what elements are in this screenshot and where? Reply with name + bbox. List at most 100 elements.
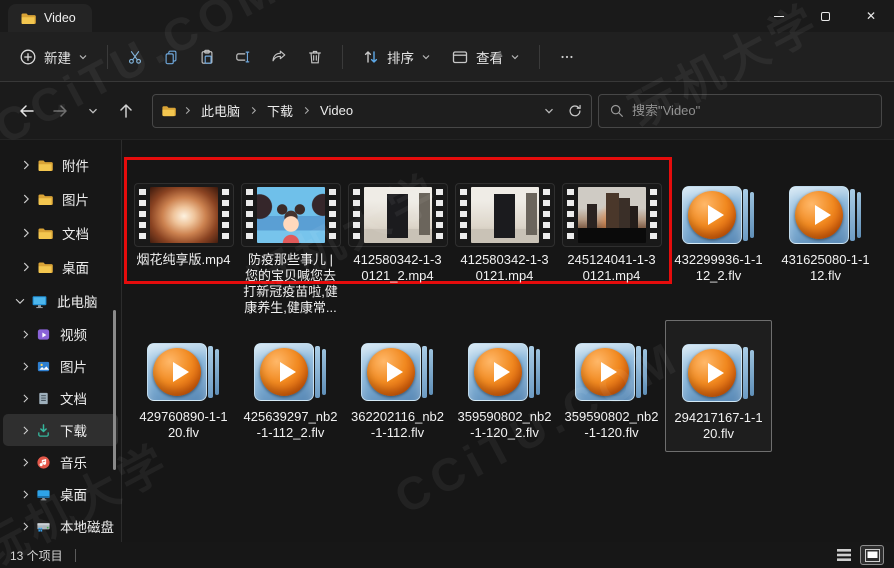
file-item[interactable]: 431625080-1-1 12.flv	[772, 157, 879, 320]
up-button[interactable]	[111, 96, 141, 126]
chevron-right-icon[interactable]	[19, 360, 32, 373]
file-item[interactable]: 412580342-1-3 0121_2.mp4	[344, 157, 451, 320]
command-bar: 新建	[0, 32, 894, 82]
recent-locations-button[interactable]	[78, 96, 108, 126]
view-button[interactable]: 查看	[442, 40, 529, 74]
sidebar-item-label: 桌面	[60, 484, 87, 504]
delete-button[interactable]	[298, 41, 332, 73]
sidebar-item-label: 下载	[60, 420, 87, 440]
sidebar-item-attachments[interactable]: 附件	[3, 148, 118, 182]
sidebar-item-label: 桌面	[62, 257, 89, 277]
folder-icon	[37, 259, 53, 275]
file-item[interactable]: 359590802_nb2 -1-120.flv	[558, 320, 665, 452]
chevron-right-icon[interactable]	[19, 328, 32, 341]
sidebar-item-music[interactable]: 音乐	[3, 446, 118, 478]
sidebar-item-pictures-pinned[interactable]: 图片	[3, 182, 118, 216]
forward-button[interactable]	[45, 96, 75, 126]
file-name: 412580342-1-3 0121.mp4	[460, 252, 548, 284]
paste-button[interactable]	[190, 41, 224, 73]
copy-icon	[163, 48, 179, 66]
toolbar-divider	[342, 45, 343, 69]
sidebar-item-desktop[interactable]: 桌面	[3, 478, 118, 510]
sidebar-item-pictures[interactable]: 图片	[3, 350, 118, 382]
search-icon	[609, 103, 624, 118]
window-controls: ✕	[756, 0, 894, 32]
chevron-down-icon	[78, 52, 88, 62]
sidebar-item-label: 附件	[62, 155, 89, 175]
sort-button[interactable]: 排序	[353, 40, 440, 74]
close-button[interactable]: ✕	[848, 0, 894, 32]
chevron-down-icon[interactable]	[13, 294, 27, 308]
file-name: 防疫那些事儿 | 您的宝贝喊您去 打新冠疫苗啦,健 康养生,健康常...	[243, 252, 338, 316]
status-bar: 13 个项目	[0, 542, 894, 568]
cut-button[interactable]	[118, 41, 152, 73]
sidebar-item-desktop-pinned[interactable]: 桌面	[3, 250, 118, 284]
media-player-icon	[254, 340, 328, 404]
file-name: 烟花纯享版.mp4	[137, 252, 231, 268]
computer-icon	[31, 293, 48, 310]
explorer-tab[interactable]: Video	[8, 4, 92, 32]
sidebar-item-label: 图片	[62, 189, 89, 209]
file-item[interactable]: 359590802_nb2 -1-120_2.flv	[451, 320, 558, 452]
room-video-thumbnail	[348, 183, 448, 247]
chevron-right-icon[interactable]	[19, 226, 33, 240]
thumbnail-view-button[interactable]	[860, 545, 884, 565]
file-item[interactable]: 防疫那些事儿 | 您的宝贝喊您去 打新冠疫苗啦,健 康养生,健康常...	[237, 157, 344, 320]
sidebar-item-documents[interactable]: 文档	[3, 382, 118, 414]
chevron-right-icon[interactable]	[19, 392, 32, 405]
sidebar-item-label: 文档	[60, 388, 87, 408]
media-player-icon	[575, 340, 649, 404]
file-item[interactable]: 245124041-1-3 0121.mp4	[558, 157, 665, 320]
sidebar-item-downloads[interactable]: 下载	[3, 414, 118, 446]
file-item-selected[interactable]: 294217167-1-1 20.flv	[665, 320, 772, 452]
sidebar-item-videos[interactable]: 视频	[3, 318, 118, 350]
minimize-icon	[774, 16, 784, 17]
chevron-right-icon[interactable]	[19, 192, 33, 206]
file-item[interactable]: 412580342-1-3 0121.mp4	[451, 157, 558, 320]
file-item[interactable]: 425639297_nb2 -1-112_2.flv	[237, 320, 344, 452]
media-player-icon	[682, 183, 756, 247]
minimize-button[interactable]	[756, 0, 802, 32]
address-bar[interactable]: 此电脑 下载 Video	[152, 94, 592, 128]
breadcrumb-separator-icon	[302, 106, 311, 115]
local-disk-icon	[36, 519, 51, 534]
chevron-right-icon[interactable]	[19, 260, 33, 274]
chevron-right-icon[interactable]	[19, 520, 32, 533]
more-options-button[interactable]	[550, 41, 584, 73]
paste-icon	[199, 48, 215, 66]
breadcrumb-downloads[interactable]: 下载	[265, 99, 295, 122]
chevron-right-icon[interactable]	[19, 158, 33, 172]
folder-icon	[161, 103, 176, 118]
copy-button[interactable]	[154, 41, 188, 73]
new-button[interactable]: 新建	[10, 40, 97, 74]
details-view-button[interactable]	[832, 545, 856, 565]
share-button[interactable]	[262, 41, 296, 73]
maximize-button[interactable]	[802, 0, 848, 32]
file-name: 431625080-1-1 12.flv	[781, 252, 869, 284]
file-item[interactable]: 432299936-1-1 12_2.flv	[665, 157, 772, 320]
refresh-icon[interactable]	[567, 103, 583, 119]
file-item[interactable]: 429760890-1-1 20.flv	[130, 320, 237, 452]
sidebar-scrollbar[interactable]	[113, 310, 116, 470]
music-icon	[36, 455, 51, 470]
breadcrumb-this-pc[interactable]: 此电脑	[199, 99, 242, 122]
thumbnail-view-icon	[865, 549, 880, 562]
chevron-right-icon[interactable]	[19, 488, 32, 501]
statusbar-divider	[75, 549, 76, 562]
chevron-right-icon[interactable]	[19, 456, 32, 469]
search-input[interactable]	[632, 103, 871, 118]
rename-button[interactable]	[226, 41, 260, 73]
sidebar-item-local-disk[interactable]: 本地磁盘	[3, 510, 118, 542]
file-item[interactable]: 362202116_nb2 -1-112.flv	[344, 320, 451, 452]
sidebar-item-documents-pinned[interactable]: 文档	[3, 216, 118, 250]
arrow-left-icon	[18, 102, 36, 120]
address-dropdown-icon[interactable]	[543, 105, 555, 117]
search-box[interactable]	[598, 94, 882, 128]
media-player-icon	[682, 341, 756, 405]
breadcrumb-video[interactable]: Video	[318, 101, 355, 120]
chevron-right-icon[interactable]	[19, 424, 32, 437]
view-icon	[451, 48, 469, 66]
sidebar-item-this-pc[interactable]: 此电脑	[3, 284, 118, 318]
file-item[interactable]: 烟花纯享版.mp4	[130, 157, 237, 320]
back-button[interactable]	[12, 96, 42, 126]
